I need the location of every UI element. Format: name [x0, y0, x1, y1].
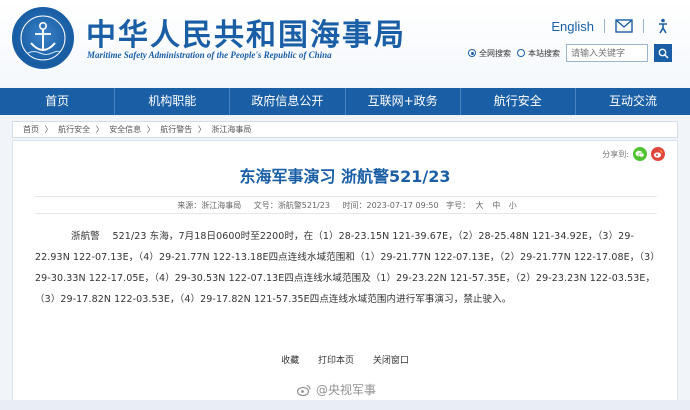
font-size-controls: 字号： 大 中 小: [446, 201, 520, 210]
breadcrumb-zhejiang-msa[interactable]: 浙江海事局: [211, 125, 251, 134]
radio-site-wide[interactable]: 全网搜索: [468, 48, 511, 59]
article-actions: 收藏 打印本页 关闭窗口: [13, 353, 677, 366]
anchor-icon: [20, 15, 66, 61]
divider: [643, 19, 644, 33]
mail-icon[interactable]: [615, 18, 633, 34]
search-input[interactable]: [566, 44, 648, 62]
breadcrumb-separator: 〉: [197, 125, 206, 134]
article-panel: 分享到: 东海军事演习 浙航警521/23 来源：浙江海事局 文号：浙航警521…: [12, 140, 678, 410]
radio-this-site[interactable]: 本站搜索: [517, 48, 560, 59]
search-bar: 全网搜索 本站搜索: [468, 44, 672, 62]
english-link[interactable]: English: [551, 19, 594, 34]
top-links: English: [551, 18, 672, 34]
font-size-medium[interactable]: 中: [492, 201, 500, 210]
msa-emblem-logo[interactable]: [12, 7, 74, 69]
accessibility-icon[interactable]: [654, 18, 672, 34]
watermark-text: @央视军事: [316, 383, 377, 397]
main-nav: 首页 机构职能 政府信息公开 互联网+政务 航行安全 互动交流: [0, 88, 690, 115]
article-paragraph: 浙航警 521/23 东海，7月18日0600时至2200时，在（1）28-23…: [35, 231, 656, 305]
footer-strip: [0, 400, 690, 410]
breadcrumb-safety-info[interactable]: 安全信息: [109, 125, 141, 134]
breadcrumb-nav-warning[interactable]: 航行警告: [160, 125, 192, 134]
article-time: 时间：2023-07-17 09:50: [342, 201, 439, 210]
nav-gov-info[interactable]: 政府信息公开: [229, 88, 344, 115]
nav-functions[interactable]: 机构职能: [114, 88, 229, 115]
divider: [604, 19, 605, 33]
radio-dot: [517, 49, 525, 57]
radio-label: 全网搜索: [479, 48, 511, 58]
font-size-large[interactable]: 大: [476, 201, 484, 210]
nav-home[interactable]: 首页: [0, 88, 114, 115]
article-body: 浙航警 521/23 东海，7月18日0600时至2200时，在（1）28-23…: [35, 226, 659, 310]
search-button[interactable]: [654, 44, 672, 62]
radio-dot-selected: [468, 49, 476, 57]
breadcrumb-nav-safety[interactable]: 航行安全: [58, 125, 90, 134]
font-size-small[interactable]: 小: [509, 201, 517, 210]
breadcrumb-separator: 〉: [95, 125, 104, 134]
share-label: 分享到:: [602, 149, 629, 159]
breadcrumb: 首页 〉 航行安全 〉 安全信息 〉 航行警告 〉 浙江海事局: [12, 121, 678, 138]
article-doc-number: 文号：浙航警521/23: [253, 201, 330, 210]
nav-interaction[interactable]: 互动交流: [574, 88, 690, 115]
font-size-label: 字号：: [446, 201, 471, 210]
nav-internet-gov[interactable]: 互联网+政务: [344, 88, 460, 115]
share-bar: 分享到:: [602, 147, 665, 161]
breadcrumb-separator: 〉: [146, 125, 155, 134]
collect-link[interactable]: 收藏: [281, 356, 299, 366]
article-meta: 来源：浙江海事局 文号：浙航警521/23 时间：2023-07-17 09:5…: [35, 196, 657, 214]
weibo-icon: [296, 384, 311, 396]
site-subtitle: Maritime Safety Administration of the Pe…: [87, 50, 332, 60]
weibo-icon[interactable]: [651, 147, 665, 161]
article-title: 东海军事演习 浙航警521/23: [239, 167, 451, 186]
wechat-icon[interactable]: [633, 147, 647, 161]
print-link[interactable]: 打印本页: [318, 356, 354, 366]
watermark: @央视军事: [296, 381, 376, 398]
search-icon: [658, 48, 669, 59]
close-window-link[interactable]: 关闭窗口: [373, 356, 409, 366]
radio-label: 本站搜索: [528, 48, 560, 58]
breadcrumb-home[interactable]: 首页: [23, 125, 39, 134]
article-source: 来源：浙江海事局: [177, 201, 242, 210]
nav-nav-safety[interactable]: 航行安全: [459, 88, 575, 115]
site-header: 中华人民共和国海事局 Maritime Safety Administratio…: [0, 0, 690, 88]
site-title: 中华人民共和国海事局: [86, 18, 406, 53]
breadcrumb-separator: 〉: [44, 125, 53, 134]
